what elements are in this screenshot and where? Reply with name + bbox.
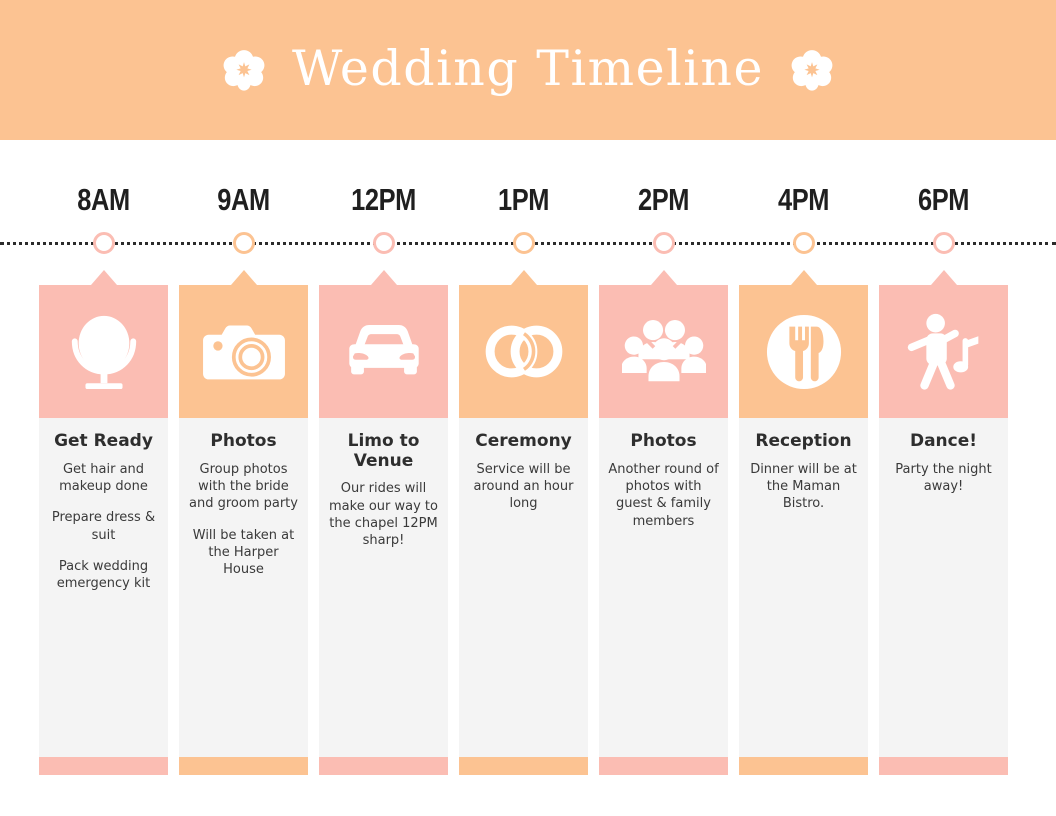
card-footer-bar [319, 757, 448, 775]
card-pointer [370, 270, 397, 285]
card-pointer [230, 270, 257, 285]
event-text: Dance! Party the night away! [879, 418, 1008, 760]
timeline-event-1[interactable]: 9AM Photos Group photos with the bride a… [179, 140, 308, 816]
event-icon-panel [39, 285, 168, 418]
event-icon-panel [319, 285, 448, 418]
time-label: 4PM [777, 182, 830, 217]
event-icon-panel [179, 285, 308, 418]
card-footer-bar [599, 757, 728, 775]
event-card[interactable]: Photos Group photos with the bride and g… [179, 270, 308, 775]
timeline-node-marker[interactable] [932, 232, 955, 254]
event-icon-panel [739, 285, 868, 418]
timeline-node-marker[interactable] [372, 232, 395, 254]
timeline-event-4[interactable]: 2PM Photos Another round of photos with … [599, 140, 728, 816]
timeline-node-marker[interactable] [652, 232, 675, 254]
card-pointer [90, 270, 117, 285]
event-paragraph: Will be taken at the Harper House [192, 527, 295, 578]
timeline-node-marker[interactable] [512, 232, 535, 254]
event-title: Reception [755, 431, 852, 451]
wedding-rings-icon [483, 322, 565, 381]
card-pointer [790, 270, 817, 285]
event-icon-panel [879, 285, 1008, 418]
event-icon-panel [459, 285, 588, 418]
event-paragraph: Group photos with the bride and groom pa… [189, 461, 298, 512]
time-label: 12PM [351, 182, 416, 217]
timeline-event-2[interactable]: 12PM Limo to Venue Our rides will make o… [319, 140, 448, 816]
page-title: Wedding Timeline [292, 39, 764, 97]
timeline: 8AM Get Ready Get hair and makeup done P… [0, 140, 1056, 816]
event-title: Limo to Venue [347, 431, 420, 471]
event-title: Ceremony [475, 431, 572, 451]
card-footer-bar [39, 757, 168, 775]
event-text: Photos Another round of photos with gues… [599, 418, 728, 760]
time-label: 8AM [77, 182, 130, 217]
event-paragraph: Service will be around an hour long [473, 461, 574, 512]
car-icon [342, 323, 426, 380]
time-label: 1PM [497, 182, 550, 217]
event-text: Limo to Venue Our rides will make our wa… [319, 418, 448, 760]
event-title: Photos [210, 431, 277, 451]
dancing-person-icon [904, 313, 984, 391]
timeline-event-3[interactable]: 1PM Ceremony Service will be around an h… [459, 140, 588, 816]
timeline-node-marker[interactable] [92, 232, 115, 254]
event-text: Photos Group photos with the bride and g… [179, 418, 308, 760]
event-card[interactable]: Ceremony Service will be around an hour … [459, 270, 588, 775]
card-pointer [930, 270, 957, 285]
card-footer-bar [739, 757, 868, 775]
event-icon-panel [599, 285, 728, 418]
event-paragraph: Our rides will make our way to the chape… [329, 481, 438, 549]
vanity-mirror-icon [65, 311, 143, 393]
event-text: Get Ready Get hair and makeup done Prepa… [39, 418, 168, 760]
camera-icon [202, 318, 285, 385]
timeline-node-marker[interactable] [232, 232, 255, 254]
timeline-columns: 8AM Get Ready Get hair and makeup done P… [39, 140, 1017, 816]
flower-icon [222, 48, 266, 92]
event-text: Ceremony Service will be around an hour … [459, 418, 588, 760]
card-footer-bar [879, 757, 1008, 775]
timeline-event-0[interactable]: 8AM Get Ready Get hair and makeup done P… [39, 140, 168, 816]
event-paragraph: Pack wedding emergency kit [56, 558, 151, 592]
header-banner: Wedding Timeline [0, 0, 1056, 140]
event-card[interactable]: Dance! Party the night away! [879, 270, 1008, 775]
event-title: Dance! [909, 431, 978, 451]
event-card[interactable]: Reception Dinner will be at the Maman Bi… [739, 270, 868, 775]
event-card[interactable]: Photos Another round of photos with gues… [599, 270, 728, 775]
event-text: Reception Dinner will be at the Maman Bi… [739, 418, 868, 760]
event-paragraph: Prepare dress & suit [51, 510, 156, 543]
event-card[interactable]: Get Ready Get hair and makeup done Prepa… [39, 270, 168, 775]
timeline-event-5[interactable]: 4PM Reception Dinner will be at the Mama… [739, 140, 868, 816]
event-paragraph: Another round of photos with guest & fam… [608, 461, 719, 529]
card-pointer [510, 270, 537, 285]
event-paragraph: Party the night away! [895, 461, 992, 494]
event-title: Photos [630, 431, 697, 451]
group-people-icon [621, 317, 706, 387]
card-footer-bar [179, 757, 308, 775]
card-pointer [650, 270, 677, 285]
event-title: Get Ready [54, 431, 153, 451]
time-label: 6PM [917, 182, 970, 217]
card-footer-bar [459, 757, 588, 775]
event-paragraph: Get hair and makeup done [59, 461, 148, 494]
timeline-event-6[interactable]: 6PM Dance! Party the night away! [879, 140, 1008, 816]
timeline-node-marker[interactable] [792, 232, 815, 254]
event-card[interactable]: Limo to Venue Our rides will make our wa… [319, 270, 448, 775]
plate-fork-knife-icon [765, 313, 843, 391]
event-paragraph: Dinner will be at the Maman Bistro. [750, 461, 857, 512]
time-label: 9AM [217, 182, 270, 217]
flower-icon [790, 48, 834, 92]
time-label: 2PM [637, 182, 690, 217]
